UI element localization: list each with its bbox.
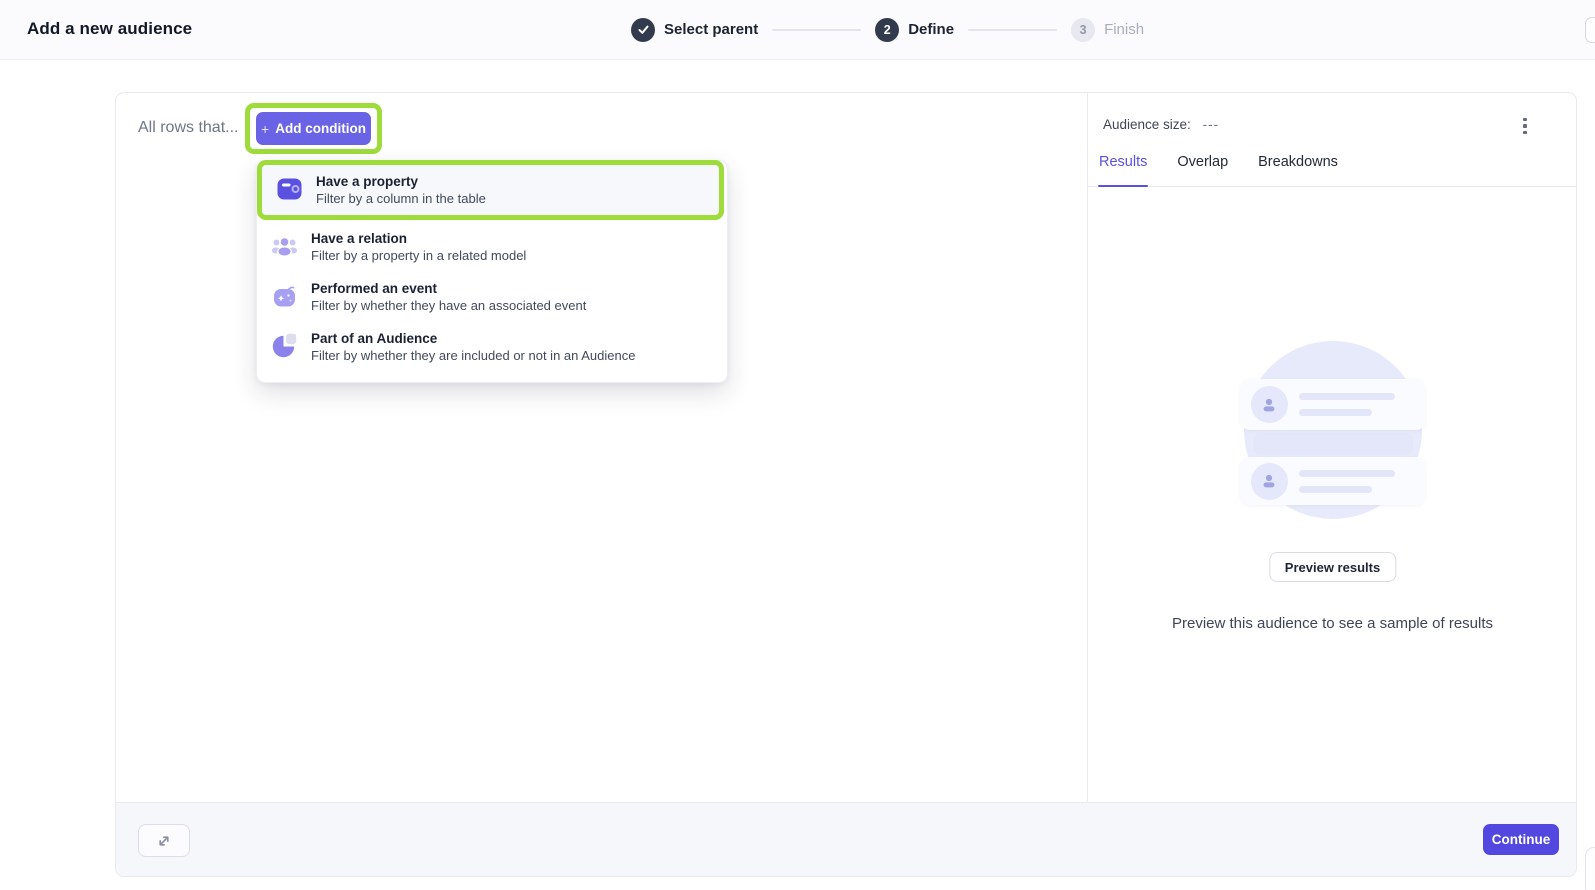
step-complete-circle	[631, 18, 655, 42]
plus-icon: +	[261, 121, 269, 137]
annotation-highlight-have-a-property: Have a property Filter by a column in th…	[257, 160, 724, 220]
menu-item-title: Performed an event	[311, 280, 586, 297]
menu-item-subtitle: Filter by whether they have an associate…	[311, 297, 586, 314]
menu-item-subtitle: Filter by whether they are included or n…	[311, 347, 635, 364]
cropped-edge-element	[1585, 17, 1595, 43]
menu-item-title: Part of an Audience	[311, 330, 635, 347]
menu-item-part-of-an-audience[interactable]: Part of an Audience Filter by whether th…	[257, 322, 727, 372]
page-title: Add a new audience	[27, 19, 192, 39]
step-label-finish: Finish	[1104, 21, 1144, 38]
empty-results-illustration	[1088, 341, 1577, 521]
condition-type-menu: Have a property Filter by a column in th…	[256, 160, 728, 383]
stepper-connector	[772, 29, 861, 31]
expand-button[interactable]	[138, 824, 190, 857]
menu-item-performed-an-event[interactable]: Performed an event Filter by whether the…	[257, 272, 727, 322]
stepper-step-define: 2 Define	[875, 18, 954, 42]
stepper-step-finish: 3 Finish	[1071, 18, 1144, 42]
menu-item-subtitle: Filter by a column in the table	[316, 190, 486, 207]
user-avatar-icon	[1251, 463, 1288, 500]
menu-item-title: Have a property	[316, 173, 486, 190]
all-rows-label: All rows that...	[138, 119, 238, 137]
audience-icon	[271, 332, 298, 364]
illustration-row-placeholder	[1253, 433, 1413, 455]
tab-breakdowns[interactable]: Breakdowns	[1257, 154, 1339, 186]
step-label-select-parent: Select parent	[664, 21, 758, 38]
tab-results[interactable]: Results	[1098, 154, 1148, 186]
results-pane: Audience size: --- Results Overlap Break…	[1087, 93, 1577, 804]
audience-size-row: Audience size: ---	[1103, 117, 1219, 132]
step-label-define: Define	[908, 21, 954, 38]
event-icon	[271, 282, 298, 314]
app-header: Add a new audience Select parent 2 Defin…	[0, 0, 1595, 60]
continue-button[interactable]: Continue	[1483, 824, 1559, 855]
expand-icon	[156, 833, 172, 849]
add-condition-label: Add condition	[275, 121, 366, 136]
menu-item-subtitle: Filter by a property in a related model	[311, 247, 526, 264]
audience-builder-card: All rows that... + Add condition	[115, 92, 1577, 877]
illustration-result-row	[1241, 379, 1425, 430]
cropped-edge-element	[1585, 847, 1595, 890]
audience-size-value: ---	[1203, 117, 1220, 132]
user-avatar-icon	[1251, 386, 1288, 423]
property-icon	[276, 175, 303, 207]
menu-item-title: Have a relation	[311, 230, 526, 247]
stepper: Select parent 2 Define 3 Finish	[631, 0, 1144, 59]
stepper-step-select-parent: Select parent	[631, 18, 758, 42]
preview-results-button[interactable]: Preview results	[1269, 552, 1396, 582]
preview-hint-text: Preview this audience to see a sample of…	[1088, 615, 1577, 632]
kebab-menu-icon[interactable]	[1513, 112, 1537, 140]
step-upcoming-circle: 3	[1071, 18, 1095, 42]
results-tabs: Results Overlap Breakdowns	[1088, 154, 1577, 187]
check-icon	[637, 23, 650, 36]
stepper-connector	[968, 29, 1057, 31]
card-footer: Continue	[116, 802, 1576, 876]
annotation-highlight-add-condition: + Add condition	[245, 103, 382, 154]
relation-icon	[271, 232, 298, 264]
illustration-result-row	[1241, 457, 1425, 505]
step-active-circle: 2	[875, 18, 899, 42]
audience-size-label: Audience size:	[1103, 117, 1191, 132]
tab-overlap[interactable]: Overlap	[1176, 154, 1229, 186]
menu-item-have-a-relation[interactable]: Have a relation Filter by a property in …	[257, 222, 727, 272]
add-condition-button[interactable]: + Add condition	[256, 112, 371, 145]
menu-item-have-a-property[interactable]: Have a property Filter by a column in th…	[262, 165, 719, 215]
